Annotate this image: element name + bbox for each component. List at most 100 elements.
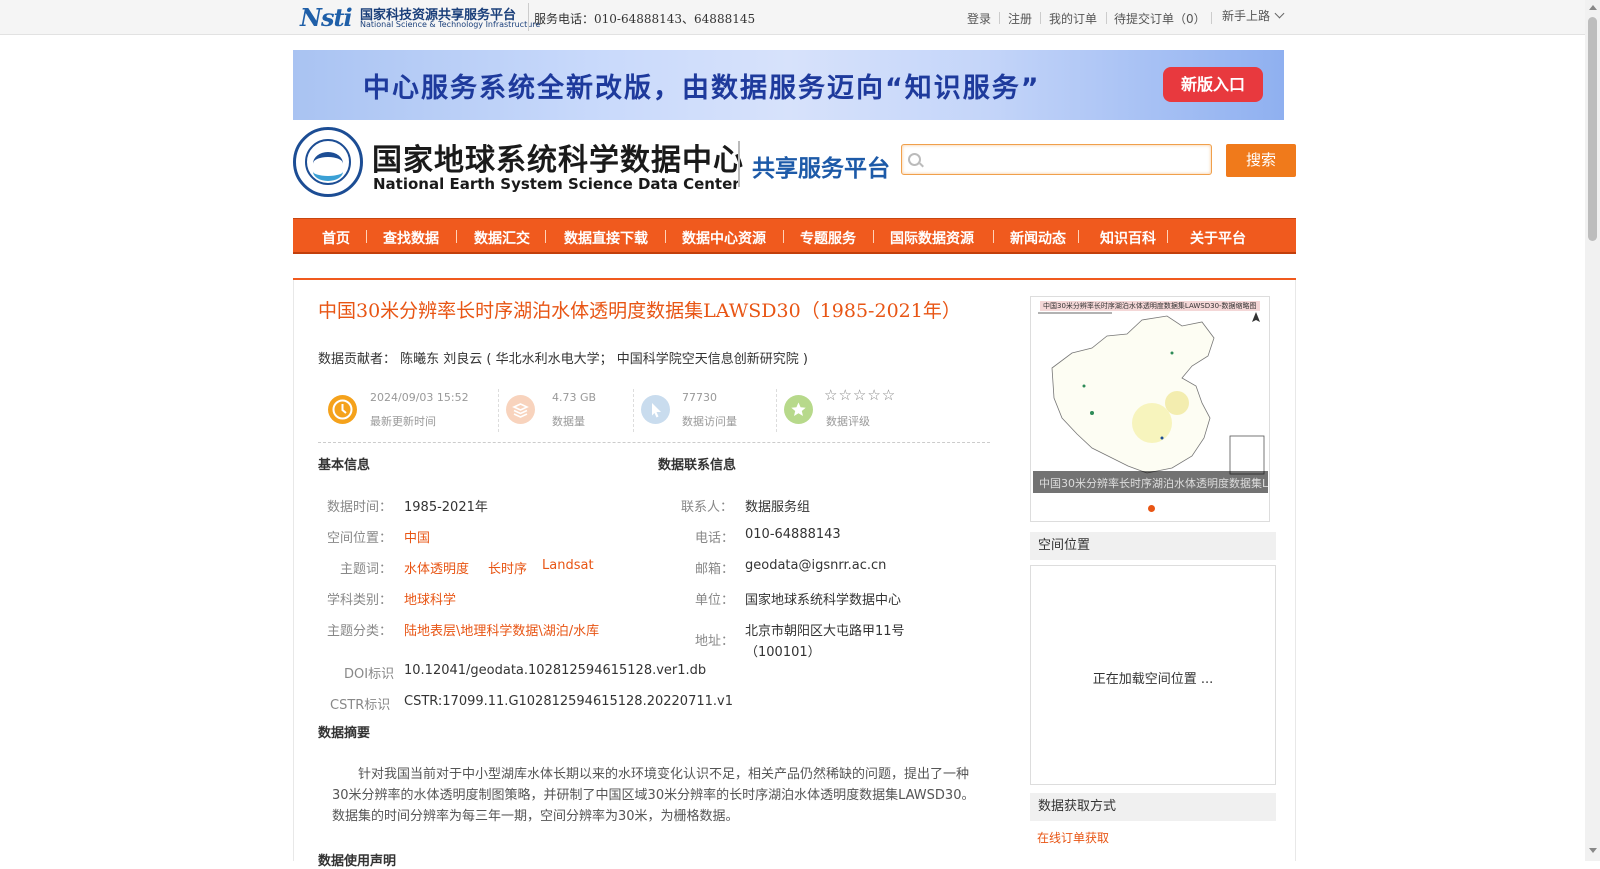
page-scrollbar[interactable] xyxy=(1585,0,1600,861)
contact-person-label: 联系人： xyxy=(681,500,734,515)
nav-separator xyxy=(665,230,666,243)
search-input[interactable] xyxy=(926,148,1210,173)
stat-separator xyxy=(776,389,777,432)
carousel-dot[interactable] xyxy=(1148,505,1155,512)
thumbnail-title: 中国30米分辨率长时序湖泊水体透明度数据集LAWSD30-数据缩略图 xyxy=(1040,301,1260,311)
data-center-name-en: National Earth System Science Data Cente… xyxy=(373,175,740,193)
nav-home[interactable]: 首页 xyxy=(322,228,350,248)
search-button[interactable]: 搜索 xyxy=(1226,144,1296,177)
nav-about[interactable]: 关于平台 xyxy=(1190,228,1246,248)
location-label: 空间位置： xyxy=(327,531,393,546)
nav-center-resources[interactable]: 数据中心资源 xyxy=(682,228,766,248)
data-size-label: 数据量 xyxy=(552,415,585,428)
phone-value: 010-64888143 xyxy=(745,527,841,542)
content-right-border xyxy=(1295,280,1296,861)
address-line2: （100101） xyxy=(745,645,821,660)
spatial-location-heading: 空间位置 xyxy=(1030,532,1276,560)
doi-label: DOI标识 xyxy=(344,667,395,682)
my-orders-link[interactable]: 我的订单 xyxy=(1049,10,1097,27)
thumbnail-carousel[interactable]: 中国30米分辨率长时序湖泊水体透明度数据集LAWSD30-数据缩略图 中国30米… xyxy=(1030,296,1270,522)
nav-international-data[interactable]: 国际数据资源 xyxy=(890,228,974,248)
basic-info-heading: 基本信息 xyxy=(318,458,371,473)
nav-topic-services[interactable]: 专题服务 xyxy=(800,228,856,248)
thumbnail-caption: 中国30米分辨率长时序湖泊水体透明度数据集LAWSD30（1985-2020年）… xyxy=(1039,477,1268,490)
login-link[interactable]: 登录 xyxy=(967,10,991,27)
data-access-heading: 数据获取方式 xyxy=(1030,793,1276,821)
chevron-down-icon xyxy=(1274,8,1285,19)
promo-banner[interactable]: 中心服务系统全新改版，由数据服务迈向“知识服务” 新版入口 xyxy=(293,50,1284,120)
category-link[interactable]: 陆地表层\地理科学数据\湖泊/水库 xyxy=(404,620,599,639)
top-link-separator xyxy=(1106,12,1107,24)
stat-separator xyxy=(633,389,634,432)
dataset-stats: 2024/09/03 15:52 最新更新时间 4.73 GB 数据量 7773… xyxy=(318,385,990,443)
phone-label: 电话： xyxy=(695,531,735,546)
rating-stars[interactable]: ☆☆☆☆☆ xyxy=(824,386,896,404)
logo-divider xyxy=(738,141,740,187)
dataset-title: 中国30米分辨率长时序湖泊水体透明度数据集LAWSD30（1985-2021年） xyxy=(318,300,961,322)
keyword-link[interactable]: Landsat xyxy=(542,558,594,573)
keyword-link[interactable]: 长时序 xyxy=(488,558,527,577)
unit-value: 国家地球系统科学数据中心 xyxy=(745,593,902,608)
nav-separator xyxy=(1078,230,1079,243)
location-link[interactable]: 中国 xyxy=(404,527,430,546)
search-icon xyxy=(908,153,921,166)
email-label: 邮箱： xyxy=(695,562,735,577)
visits-value: 77730 xyxy=(682,391,717,404)
nav-knowledge[interactable]: 知识百科 xyxy=(1100,228,1156,248)
data-size-value: 4.73 GB xyxy=(552,391,597,404)
unit-label: 单位： xyxy=(695,593,735,608)
top-divider xyxy=(528,3,529,31)
data-center-name-cn: 国家地球系统科学数据中心 xyxy=(372,143,744,178)
data-center-logo[interactable]: 国家地球系统科学数据中心 National Earth System Scien… xyxy=(293,127,893,201)
main-nav: 首页 查找数据 数据汇交 数据直接下载 数据中心资源 专题服务 国际数据资源 新… xyxy=(293,218,1296,254)
stat-separator xyxy=(498,389,499,432)
nav-separator xyxy=(456,230,457,243)
beginner-guide-dropdown[interactable]: 新手上路 xyxy=(1222,7,1285,24)
nav-separator xyxy=(1167,230,1168,243)
keyword-link[interactable]: 水体透明度 xyxy=(404,558,469,577)
layers-icon xyxy=(506,395,535,424)
nav-separator xyxy=(545,230,546,243)
new-version-button[interactable]: 新版入口 xyxy=(1163,67,1263,102)
data-time-value: 1985-2021年 xyxy=(404,500,488,515)
contact-info-heading: 数据联系信息 xyxy=(658,458,737,473)
spatial-map[interactable]: 正在加载空间位置 ... xyxy=(1030,565,1276,785)
nav-data-submission[interactable]: 数据汇交 xyxy=(474,228,530,248)
cstr-label: CSTR标识 xyxy=(330,698,391,713)
platform-name: 共享服务平台 xyxy=(752,156,890,182)
clock-icon xyxy=(328,395,357,424)
nav-separator xyxy=(873,230,874,243)
scroll-down-arrow-icon[interactable] xyxy=(1589,848,1597,853)
scroll-up-arrow-icon[interactable] xyxy=(1589,5,1597,10)
top-bar: Nsti 国家科技资源共享服务平台 National Science & Tec… xyxy=(0,0,1585,35)
keywords-label: 主题词： xyxy=(340,562,393,577)
data-time-label: 数据时间： xyxy=(327,500,393,515)
nav-direct-download[interactable]: 数据直接下载 xyxy=(564,228,648,248)
register-link[interactable]: 注册 xyxy=(1008,10,1032,27)
nsti-logo-mark: Nsti xyxy=(300,3,353,32)
star-badge-icon xyxy=(784,395,813,424)
contributor-line: 数据贡献者： 陈曦东 刘良云 ( 华北水利水电大学； 中国科学院空天信息创新研究… xyxy=(318,348,808,367)
top-link-separator xyxy=(1211,12,1212,24)
cursor-icon xyxy=(641,395,670,424)
nsti-logo-en: National Science & Technology Infrastruc… xyxy=(360,20,541,29)
scrollbar-thumb[interactable] xyxy=(1588,17,1597,241)
address-line1: 北京市朝阳区大屯路甲11号 xyxy=(745,624,905,639)
thumbnail-map-image[interactable]: 中国30米分辨率长时序湖泊水体透明度数据集LAWSD30-数据缩略图 中国30米… xyxy=(1032,298,1268,493)
subject-link[interactable]: 地球科学 xyxy=(404,589,456,608)
contact-person-value: 数据服务组 xyxy=(745,500,811,515)
nsti-logo[interactable]: Nsti 国家科技资源共享服务平台 National Science & Tec… xyxy=(300,3,540,32)
nav-news[interactable]: 新闻动态 xyxy=(1010,228,1066,248)
last-updated-value: 2024/09/03 15:52 xyxy=(370,391,469,404)
address-label: 地址： xyxy=(695,634,735,649)
nav-separator xyxy=(783,230,784,243)
online-order-link[interactable]: 在线订单获取 xyxy=(1037,829,1109,846)
last-updated-label: 最新更新时间 xyxy=(370,415,436,428)
contributor-label: 数据贡献者： xyxy=(318,352,397,367)
pending-orders-link[interactable]: 待提交订单（0） xyxy=(1114,10,1206,27)
content-left-border xyxy=(293,280,294,861)
search-box[interactable] xyxy=(901,144,1212,175)
nav-find-data[interactable]: 查找数据 xyxy=(383,228,439,248)
top-link-separator xyxy=(1040,12,1041,24)
top-link-separator xyxy=(999,12,1000,24)
